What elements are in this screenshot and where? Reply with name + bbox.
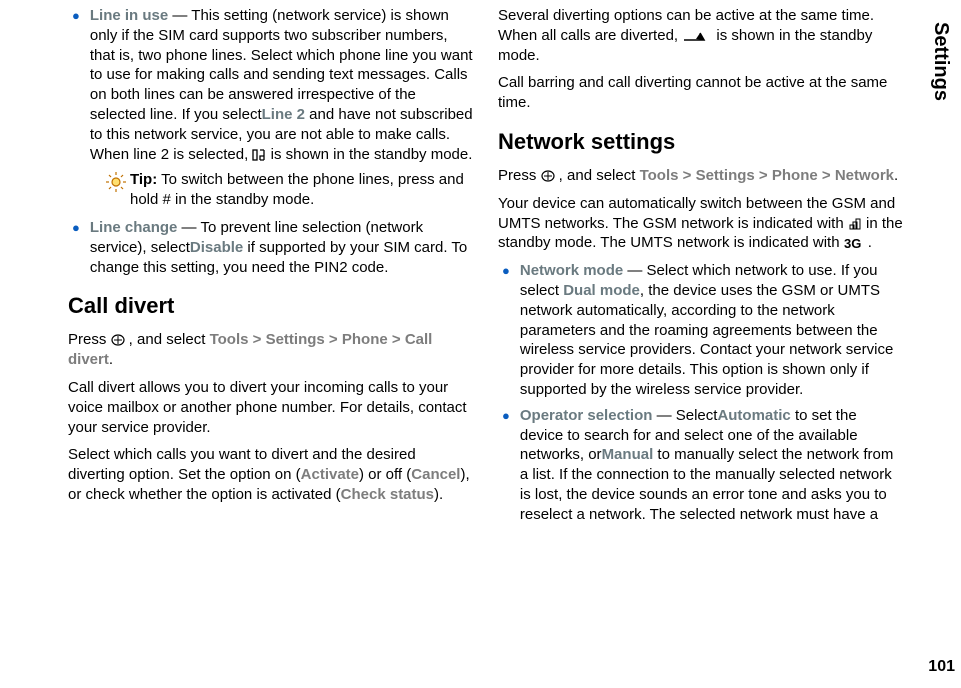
bullet-dot-icon: ● xyxy=(502,261,510,400)
label-line-2: Line 2 xyxy=(262,106,305,123)
label-manual: Manual xyxy=(602,446,654,463)
bullet-operator-selection: ● Operator selection — SelectAutomatic t… xyxy=(498,406,904,525)
bullet-dot-icon: ● xyxy=(502,406,510,525)
paragraph: Several diverting options can be active … xyxy=(498,6,904,65)
label-operator-selection: Operator selection xyxy=(520,407,653,424)
svg-text:3G: 3G xyxy=(844,236,861,250)
line2-indicator-icon xyxy=(252,148,266,162)
heading-call-divert: Call divert xyxy=(68,291,474,320)
label-line-change: Line change xyxy=(90,219,178,236)
label-disable: Disable xyxy=(190,239,243,256)
bullet-line-in-use: ● Line in use — This setting (network se… xyxy=(68,6,474,164)
lightbulb-icon xyxy=(104,170,130,210)
side-tab-label: Settings xyxy=(925,6,955,116)
bullet-dot-icon: ● xyxy=(72,6,80,164)
column-left: ● Line in use — This setting (network se… xyxy=(56,6,486,682)
label-automatic: Automatic xyxy=(717,407,790,424)
menu-key-icon xyxy=(541,169,555,183)
menu-key-icon xyxy=(111,333,125,347)
column-right: Several diverting options can be active … xyxy=(486,6,916,682)
bullet-line-change: ● Line change — To prevent line selectio… xyxy=(68,218,474,277)
bullet-network-mode: ● Network mode — Select which network to… xyxy=(498,261,904,400)
draft-watermark: Draft xyxy=(0,0,52,688)
tip-label: Tip: xyxy=(130,171,157,188)
paragraph: Select which calls you want to divert an… xyxy=(68,445,474,504)
gsm-signal-icon xyxy=(848,217,862,231)
heading-network-settings: Network settings xyxy=(498,127,904,156)
paragraph: Call barring and call diverting cannot b… xyxy=(498,73,904,113)
label-network-mode: Network mode xyxy=(520,262,623,279)
label-dual-mode: Dual mode xyxy=(563,282,640,299)
page-number: 101 xyxy=(928,658,955,676)
paragraph: Call divert allows you to divert your in… xyxy=(68,378,474,437)
page: Draft ● Line in use — This setting (netw… xyxy=(0,0,961,688)
press-path-network: Press , and select Tools > Settings > Ph… xyxy=(498,166,904,186)
tip-row: Tip: To switch between the phone lines, … xyxy=(104,170,474,210)
bullet-dot-icon: ● xyxy=(72,218,80,277)
press-path-call-divert: Press , and select Tools > Settings > Ph… xyxy=(68,330,474,370)
umts-3g-icon: 3G xyxy=(844,236,868,250)
divert-all-icon xyxy=(682,29,712,43)
label-line-in-use: Line in use xyxy=(90,7,168,24)
paragraph: Your device can automatically switch bet… xyxy=(498,194,904,253)
